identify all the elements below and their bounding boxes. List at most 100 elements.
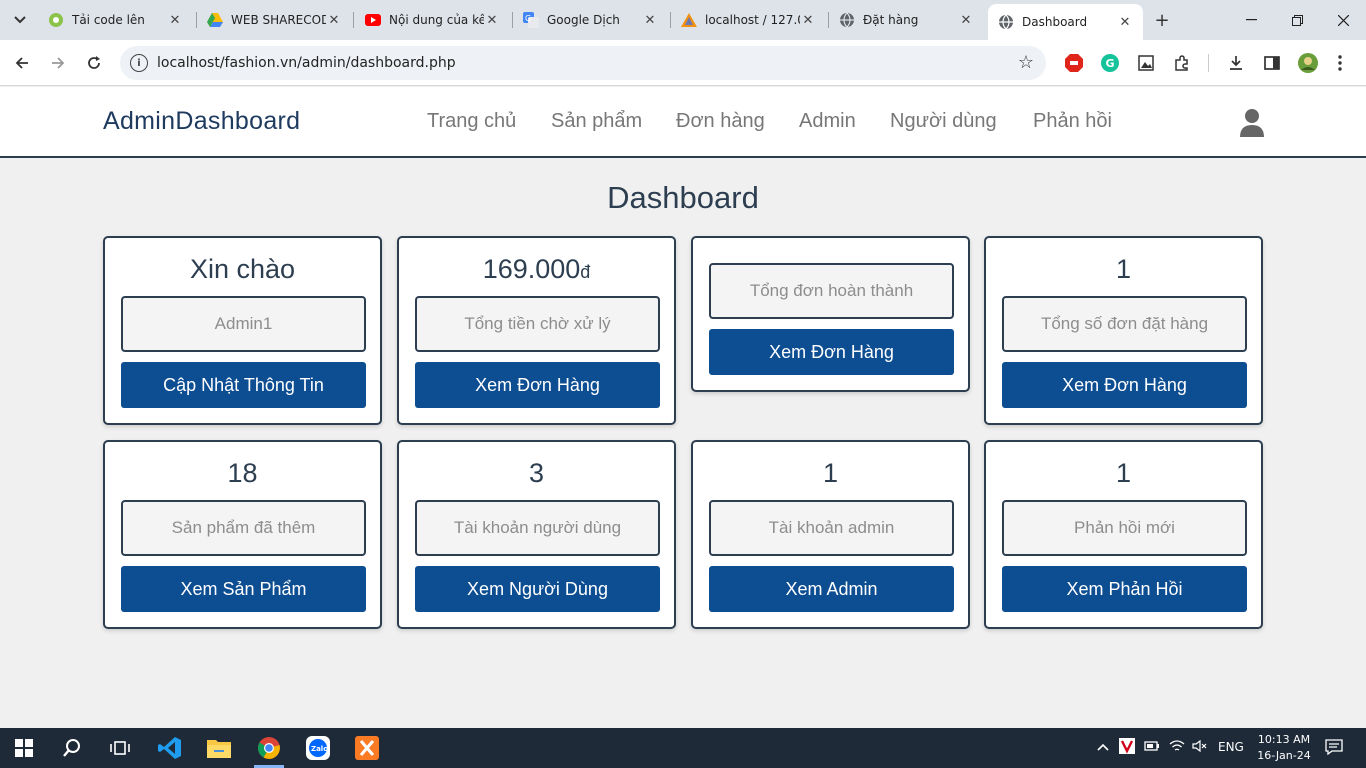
stat-card-pending-total: 169.000đ Tổng tiền chờ xử lý Xem Đơn Hàn… — [397, 236, 676, 425]
back-button[interactable] — [9, 50, 35, 76]
language-indicator[interactable]: ENG — [1218, 740, 1244, 754]
card-value: 169.000đ — [399, 254, 674, 285]
browser-tab[interactable]: Nội dung của kê ✕ — [355, 5, 510, 35]
new-tab-button[interactable]: + — [1150, 8, 1174, 32]
tab-search-button[interactable] — [8, 8, 32, 32]
xampp-icon[interactable] — [353, 734, 381, 762]
volume-muted-icon[interactable] — [1192, 739, 1208, 755]
antivirus-tray-icon[interactable] — [1119, 738, 1135, 757]
view-users-button[interactable]: Xem Người Dùng — [415, 566, 660, 612]
forward-button[interactable] — [45, 50, 71, 76]
card-label: Tổng đơn hoàn thành — [709, 263, 954, 319]
restore-button[interactable] — [1274, 0, 1320, 40]
close-window-button[interactable] — [1320, 0, 1366, 40]
nav-link-orders[interactable]: Đơn hàng — [676, 110, 765, 133]
card-value: Xin chào — [189, 254, 296, 284]
card-label: Tài khoản người dùng — [415, 500, 660, 556]
battery-icon[interactable] — [1144, 740, 1160, 755]
chevron-down-icon — [14, 16, 26, 24]
tab-title: Tải code lên — [72, 13, 145, 27]
site-header: AdminDashboard Trang chủ Sản phẩm Đơn hà… — [0, 87, 1366, 158]
tab-title: Nội dung của kê — [389, 13, 484, 27]
stat-card-products: 18 Sản phẩm đã thêm Xem Sản Phẩm — [103, 440, 382, 629]
browser-tab-active[interactable]: Dashboard ✕ — [988, 4, 1143, 40]
tab-title: Google Dịch — [547, 13, 620, 27]
browser-tab[interactable]: WEB SHARECODE ✕ — [197, 5, 352, 35]
nav-link-products[interactable]: Sản phẩm — [551, 110, 642, 133]
adblock-extension-icon[interactable] — [1063, 52, 1085, 74]
nav-link-home[interactable]: Trang chủ — [427, 110, 516, 133]
stat-card-admins: 1 Tài khoản admin Xem Admin — [691, 440, 970, 629]
extensions-puzzle-icon[interactable] — [1171, 52, 1193, 74]
site-info-icon[interactable]: i — [130, 54, 148, 72]
nav-link-admin[interactable]: Admin — [799, 110, 856, 133]
update-info-button[interactable]: Cập Nhật Thông Tin — [121, 362, 366, 408]
google-drive-icon — [207, 12, 223, 28]
close-tab-icon[interactable]: ✕ — [484, 12, 500, 28]
wifi-icon[interactable] — [1169, 740, 1185, 755]
minimize-icon — [1245, 19, 1257, 21]
user-icon[interactable] — [1238, 108, 1266, 138]
view-admin-button[interactable]: Xem Admin — [709, 566, 954, 612]
currency-symbol: đ — [580, 262, 591, 282]
download-icon[interactable] — [1225, 52, 1247, 74]
side-panel-icon[interactable] — [1261, 52, 1283, 74]
svg-text:G: G — [525, 14, 531, 23]
card-value: 18 — [227, 458, 258, 488]
windows-taskbar: Zalo ENG 10:13 AM 16-Jan-24 — [0, 728, 1366, 768]
browser-tab[interactable]: localhost / 127.0 ✕ — [671, 5, 826, 35]
view-products-button[interactable]: Xem Sản Phẩm — [121, 566, 366, 612]
stat-card-feedback: 1 Phản hồi mới Xem Phản Hồi — [984, 440, 1263, 629]
close-tab-icon[interactable]: ✕ — [800, 12, 816, 28]
chrome-taskbar-icon[interactable] — [255, 734, 283, 762]
notification-icon[interactable] — [1325, 739, 1343, 758]
browser-menu-icon[interactable] — [1329, 52, 1351, 74]
svg-text:G: G — [1106, 57, 1115, 70]
browser-tab[interactable]: G Google Dịch ✕ — [513, 5, 668, 35]
card-label: Tài khoản admin — [709, 500, 954, 556]
grammarly-extension-icon[interactable]: G — [1099, 52, 1121, 74]
address-bar[interactable]: i localhost/fashion.vn/admin/dashboard.p… — [120, 46, 1046, 80]
view-orders-button[interactable]: Xem Đơn Hàng — [709, 329, 954, 375]
card-label: Phản hồi mới — [1002, 500, 1247, 556]
svg-text:Zalo: Zalo — [311, 745, 328, 753]
url-text[interactable]: localhost/fashion.vn/admin/dashboard.php — [157, 55, 456, 71]
stat-card-completed-orders: Tổng đơn hoàn thành Xem Đơn Hàng — [691, 236, 970, 392]
view-feedback-button[interactable]: Xem Phản Hồi — [1002, 566, 1247, 612]
close-tab-icon[interactable]: ✕ — [1117, 14, 1133, 30]
close-tab-icon[interactable]: ✕ — [167, 12, 183, 28]
file-explorer-icon[interactable] — [205, 734, 233, 762]
browser-toolbar: i localhost/fashion.vn/admin/dashboard.p… — [0, 40, 1366, 86]
brand-logo[interactable]: AdminDashboard — [103, 107, 300, 136]
system-clock[interactable]: 10:13 AM 16-Jan-24 — [1253, 732, 1315, 764]
clock-date: 16-Jan-24 — [1257, 749, 1311, 762]
view-orders-button[interactable]: Xem Đơn Hàng — [415, 362, 660, 408]
vscode-icon[interactable] — [156, 734, 184, 762]
view-orders-button[interactable]: Xem Đơn Hàng — [1002, 362, 1247, 408]
bookmark-star-icon[interactable]: ☆ — [1018, 52, 1034, 73]
close-tab-icon[interactable]: ✕ — [958, 12, 974, 28]
profile-avatar[interactable] — [1297, 52, 1319, 74]
reload-button[interactable] — [81, 50, 107, 76]
close-tab-icon[interactable]: ✕ — [326, 12, 342, 28]
task-view-icon[interactable] — [106, 734, 134, 762]
zalo-icon[interactable]: Zalo — [304, 734, 332, 762]
sharecode-icon — [48, 12, 64, 28]
windows-start-icon[interactable] — [10, 734, 38, 762]
stat-card-profile: Xin chào Admin1 Cập Nhật Thông Tin — [103, 236, 382, 425]
nav-link-users[interactable]: Người dùng — [890, 110, 997, 133]
chevron-up-icon[interactable] — [1097, 740, 1109, 754]
card-value: 1 — [1115, 254, 1132, 284]
arrow-right-icon — [52, 57, 65, 69]
search-icon[interactable] — [58, 734, 86, 762]
browser-tab[interactable]: Tải code lên ✕ — [38, 5, 193, 35]
globe-icon — [998, 14, 1014, 30]
image-extension-icon[interactable] — [1135, 52, 1157, 74]
browser-tab[interactable]: Đặt hàng ✕ — [829, 5, 984, 35]
globe-icon — [839, 12, 855, 28]
nav-link-feedback[interactable]: Phản hồi — [1033, 110, 1112, 133]
close-tab-icon[interactable]: ✕ — [642, 12, 658, 28]
tab-title: Dashboard — [1022, 15, 1088, 29]
minimize-button[interactable] — [1228, 0, 1274, 40]
card-label: Tổng tiền chờ xử lý — [415, 296, 660, 352]
